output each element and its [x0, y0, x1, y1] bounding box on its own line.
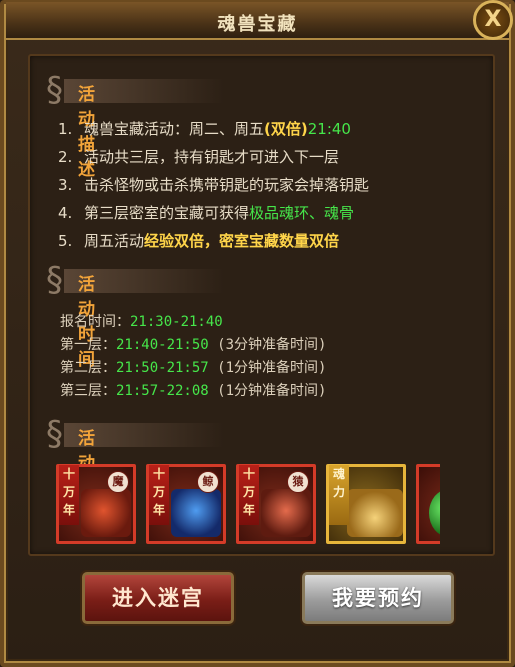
- enter-maze-button[interactable]: 进入迷宫: [82, 572, 234, 624]
- description-list: 1. 魂兽宝藏活动：周二、周五(双倍)21:40 2. 活动共三层，持有钥匙才可进入…: [58, 118, 488, 258]
- list-item: 5. 周五活动经验双倍，密室宝藏数量双倍: [58, 232, 340, 250]
- list-item: 3. 击杀怪物或击杀携带钥匙的玩家会掉落钥匙: [58, 176, 370, 194]
- gold-money-bag-icon: [347, 489, 403, 537]
- red-ape-beast-icon: [261, 489, 311, 537]
- reward-strip[interactable]: 十万年 魔 十万年 鲸 十万年 猿 魂力: [56, 464, 440, 544]
- schedule-list: 报名时间：21:30-21:40 第一层：21:40-21:50 (3分钟准备时…: [60, 311, 480, 403]
- reward-item-whale[interactable]: 十万年 鲸: [146, 464, 226, 544]
- schedule-row: 报名时间：21:30-21:40: [60, 314, 223, 330]
- demon-dragon-icon: [81, 489, 131, 537]
- reward-item-money-bag[interactable]: 魂力: [326, 464, 406, 544]
- highlight-text: 极品魂环、魂骨: [249, 204, 355, 222]
- reward-item-demon-dragon[interactable]: 十万年 魔: [56, 464, 136, 544]
- list-item: 4. 第三层密室的宝藏可获得极品魂环、魂骨: [58, 204, 355, 222]
- schedule-row: 第二层：21:50-21:57 (1分钟准备时间): [60, 360, 327, 376]
- reward-item-partial[interactable]: [416, 464, 440, 544]
- dialog-title: 魂兽宝藏: [217, 14, 298, 35]
- highlight-text: 经验双倍，密室宝藏数量双倍: [144, 232, 340, 250]
- schedule-row: 第三层：21:57-22:08 (1分钟准备时间): [60, 383, 327, 399]
- reserve-button[interactable]: 我要预约: [302, 572, 454, 624]
- reward-item-ape[interactable]: 十万年 猿: [236, 464, 316, 544]
- double-tag: (双倍): [264, 120, 308, 138]
- blue-whale-beast-icon: [171, 489, 221, 537]
- green-orb-icon: [429, 489, 440, 537]
- close-button[interactable]: X: [473, 0, 513, 40]
- list-item: 1. 魂兽宝藏活动：周二、周五(双倍)21:40: [58, 120, 351, 138]
- time-value: 21:40: [307, 120, 351, 138]
- title-bar: 魂兽宝藏: [6, 2, 509, 40]
- schedule-row: 第一层：21:40-21:50 (3分钟准备时间): [60, 337, 327, 353]
- list-item: 2. 活动共三层，持有钥匙才可进入下一层: [58, 148, 340, 166]
